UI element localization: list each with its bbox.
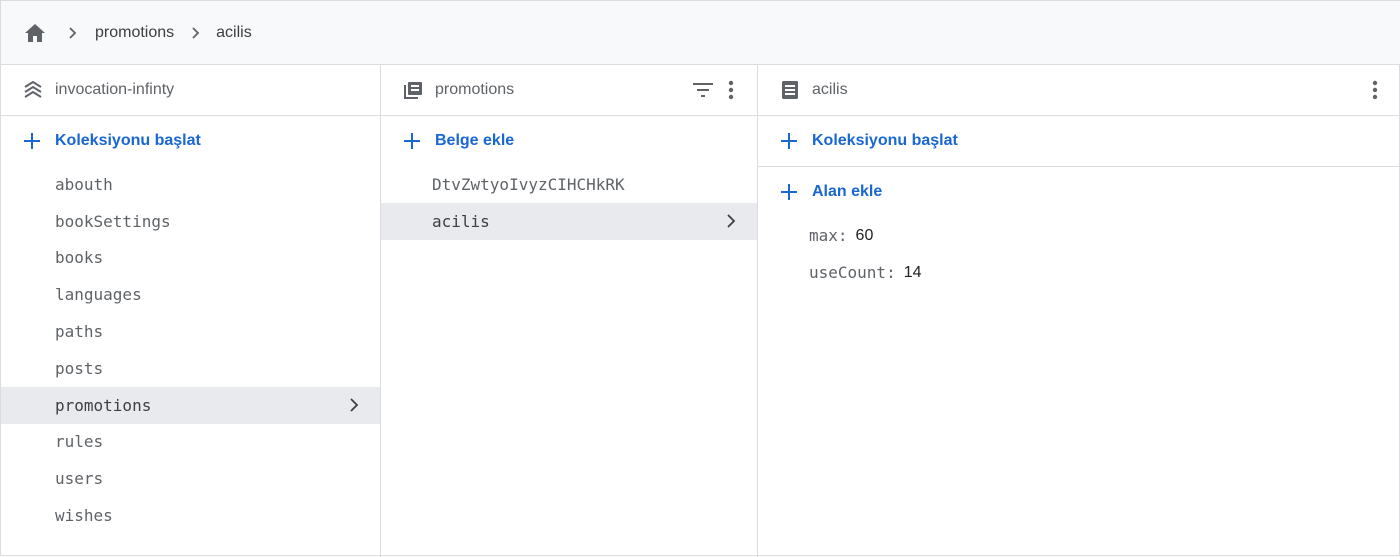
collection-item-label: users bbox=[55, 469, 104, 489]
collection-item-label: posts bbox=[55, 358, 104, 378]
collection-panel-header: promotions bbox=[381, 65, 757, 116]
add-document-button[interactable]: Belge ekle bbox=[381, 116, 757, 166]
document-icon bbox=[780, 80, 800, 100]
collection-item[interactable]: languages bbox=[1, 276, 380, 313]
plus-icon bbox=[780, 132, 798, 150]
chevron-right-icon bbox=[184, 21, 208, 45]
field-colon: : bbox=[837, 226, 848, 245]
chevron-right-icon bbox=[344, 395, 364, 415]
document-item-label: DtvZwtyoIvyzCIHCHkRK bbox=[432, 174, 625, 194]
collection-item[interactable]: books bbox=[1, 240, 380, 277]
collection-item[interactable]: paths bbox=[1, 313, 380, 350]
more-vert-icon[interactable] bbox=[1363, 78, 1387, 102]
field-key: max bbox=[809, 226, 838, 245]
document-item-selected[interactable]: acilis bbox=[381, 202, 757, 240]
add-document-label: Belge ekle bbox=[435, 132, 515, 149]
collection-panel: promotions Belge ekle DtvZwtyoIvyzCIHCHk… bbox=[381, 65, 758, 557]
collection-item-label: bookSettings bbox=[55, 211, 171, 231]
collection-item-label: languages bbox=[55, 285, 142, 305]
add-field-label: Alan ekle bbox=[812, 183, 883, 200]
collection-item[interactable]: users bbox=[1, 460, 380, 497]
start-collection-label: Koleksiyonu başlat bbox=[55, 132, 201, 149]
breadcrumb-item-document[interactable]: acilis bbox=[216, 24, 252, 42]
breadcrumb: promotions acilis bbox=[1, 1, 1400, 65]
collection-item[interactable]: bookSettings bbox=[1, 203, 380, 240]
plus-icon bbox=[780, 183, 798, 201]
document-panel-title: acilis bbox=[812, 81, 848, 98]
field-value: 14 bbox=[903, 263, 922, 281]
breadcrumb-item-collection[interactable]: promotions bbox=[95, 24, 174, 42]
plus-icon bbox=[23, 132, 41, 150]
field-row[interactable]: useCount: 14 bbox=[758, 254, 1400, 291]
collection-item-label: wishes bbox=[55, 506, 113, 526]
document-panel: acilis Koleksiyonu başlat Alan ekle max … bbox=[758, 65, 1400, 557]
add-field-button[interactable]: Alan ekle bbox=[758, 167, 1400, 217]
start-collection-button[interactable]: Koleksiyonu başlat bbox=[1, 116, 380, 166]
document-panel-header: acilis bbox=[758, 65, 1400, 116]
root-panel-header: invocation-infinty bbox=[1, 65, 380, 116]
field-list: max: 60 useCount: 14 bbox=[758, 217, 1400, 291]
field-key: useCount bbox=[809, 263, 887, 282]
root-panel-title: invocation-infinty bbox=[55, 81, 175, 98]
database-layers-icon bbox=[23, 80, 43, 100]
chevron-right-icon bbox=[61, 21, 85, 45]
document-item[interactable]: DtvZwtyoIvyzCIHCHkRK bbox=[381, 166, 757, 203]
collection-item-label: rules bbox=[55, 432, 104, 452]
root-panel: invocation-infinty Koleksiyonu başlat ab… bbox=[1, 65, 381, 557]
start-subcollection-button[interactable]: Koleksiyonu başlat bbox=[758, 116, 1400, 167]
collection-panel-title: promotions bbox=[435, 81, 515, 98]
collection-item-label: books bbox=[55, 248, 104, 268]
filter-icon[interactable] bbox=[691, 78, 715, 102]
collection-item-label: paths bbox=[55, 322, 104, 342]
collection-item[interactable]: rules bbox=[1, 424, 380, 461]
collection-item-selected[interactable]: promotions bbox=[1, 386, 380, 424]
field-value: 60 bbox=[855, 226, 874, 244]
home-icon[interactable] bbox=[23, 21, 47, 45]
collection-item-label: promotions bbox=[55, 395, 152, 415]
collection-icon bbox=[403, 80, 423, 100]
firestore-data-viewer: promotions acilis invocation-infinty Kol… bbox=[0, 0, 1400, 557]
start-subcollection-label: Koleksiyonu başlat bbox=[812, 132, 958, 149]
collection-item[interactable]: posts bbox=[1, 350, 380, 387]
plus-icon bbox=[403, 132, 421, 150]
panels: invocation-infinty Koleksiyonu başlat ab… bbox=[1, 65, 1400, 557]
document-list: DtvZwtyoIvyzCIHCHkRK acilis bbox=[381, 166, 757, 240]
chevron-right-icon bbox=[721, 211, 741, 231]
field-row[interactable]: max: 60 bbox=[758, 217, 1400, 254]
collection-item[interactable]: abouth bbox=[1, 166, 380, 203]
collection-item[interactable]: wishes bbox=[1, 497, 380, 534]
collection-item-label: abouth bbox=[55, 174, 113, 194]
more-vert-icon[interactable] bbox=[719, 78, 743, 102]
document-item-label: acilis bbox=[432, 211, 490, 231]
collection-list: abouth bookSettings books languages path… bbox=[1, 166, 380, 534]
field-colon: : bbox=[886, 263, 896, 282]
